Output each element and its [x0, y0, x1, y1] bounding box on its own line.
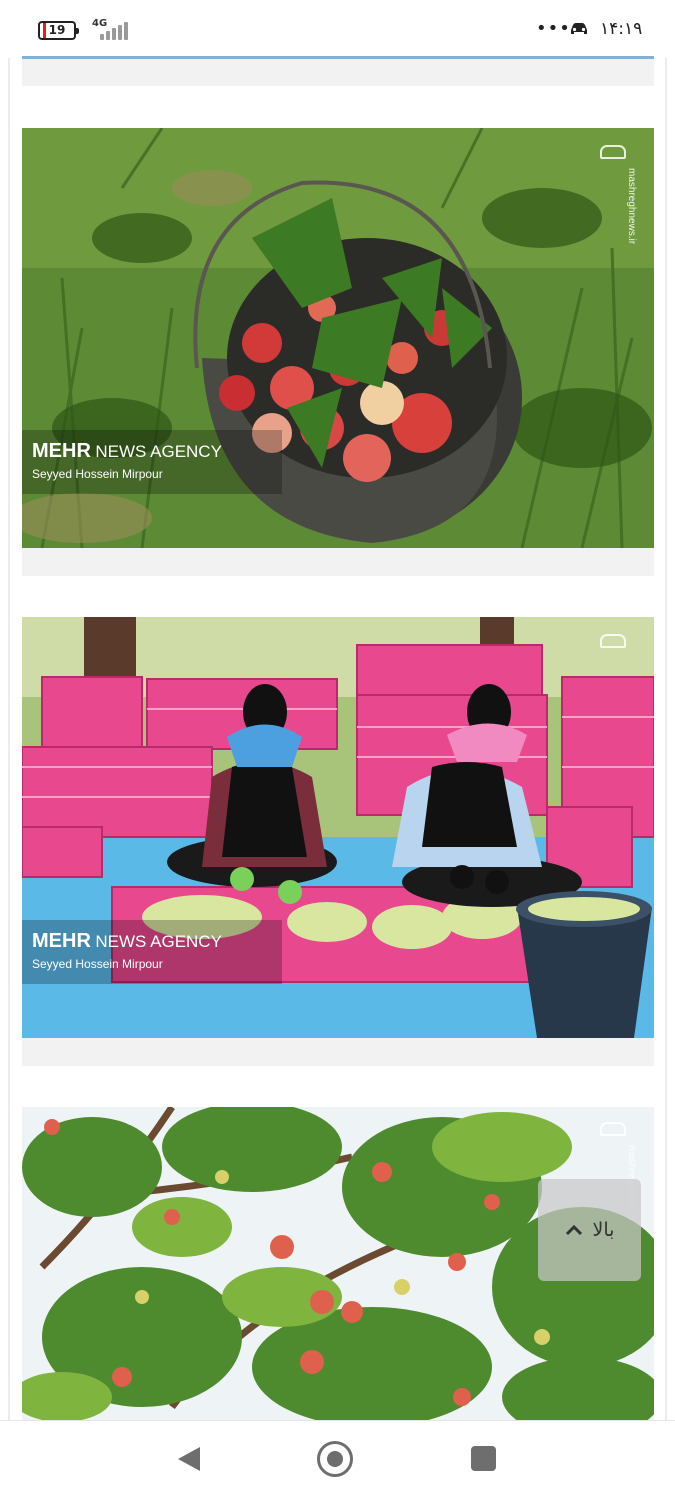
page-right-edge — [665, 58, 667, 1420]
car-icon — [571, 23, 587, 34]
photo-watermark: MEHR NEWS AGENCY Seyyed Hossein Mirpour — [32, 930, 222, 971]
battery-percent: 19 — [48, 23, 66, 37]
mashregh-logo-icon — [600, 634, 626, 648]
photo-watermark: MEHR NEWS AGENCY Seyyed Hossein Mirpour — [32, 440, 222, 481]
watermark-agency: NEWS AGENCY — [95, 442, 222, 461]
caption-bar — [22, 1038, 654, 1066]
back-to-top-button[interactable]: بالا — [538, 1179, 641, 1281]
gallery-photo-previous — [22, 56, 654, 59]
caption-bar — [22, 56, 654, 86]
photographer-credit: Seyyed Hossein Mirpour — [32, 957, 163, 971]
page-left-edge — [8, 58, 10, 1420]
watermark-brand: MEHR — [32, 930, 91, 952]
recents-square-icon[interactable] — [471, 1446, 496, 1471]
side-watermark: mashreghnews.ir — [626, 168, 637, 245]
signal-strength-icon — [90, 22, 132, 40]
home-circle-icon[interactable] — [317, 1441, 353, 1477]
system-nav-bar — [0, 1420, 675, 1500]
mashregh-logo-icon — [600, 1122, 626, 1136]
back-to-top-label: بالا — [592, 1219, 615, 1241]
watermark-agency: NEWS AGENCY — [95, 932, 222, 951]
battery-icon: 19 — [38, 21, 79, 40]
watermark-brand: MEHR — [32, 440, 91, 462]
clock: ۱۴:۱۹ — [600, 19, 643, 39]
mashregh-logo-icon — [600, 145, 626, 159]
caption-bar — [22, 548, 654, 576]
back-triangle-icon[interactable] — [176, 1445, 202, 1473]
photographer-credit: Seyyed Hossein Mirpour — [32, 467, 163, 481]
notification-dots-icon: ••• — [536, 18, 571, 39]
status-bar: 19 4G ••• ۱۴:۱۹ — [0, 0, 675, 58]
chevron-up-icon — [565, 1224, 582, 1236]
